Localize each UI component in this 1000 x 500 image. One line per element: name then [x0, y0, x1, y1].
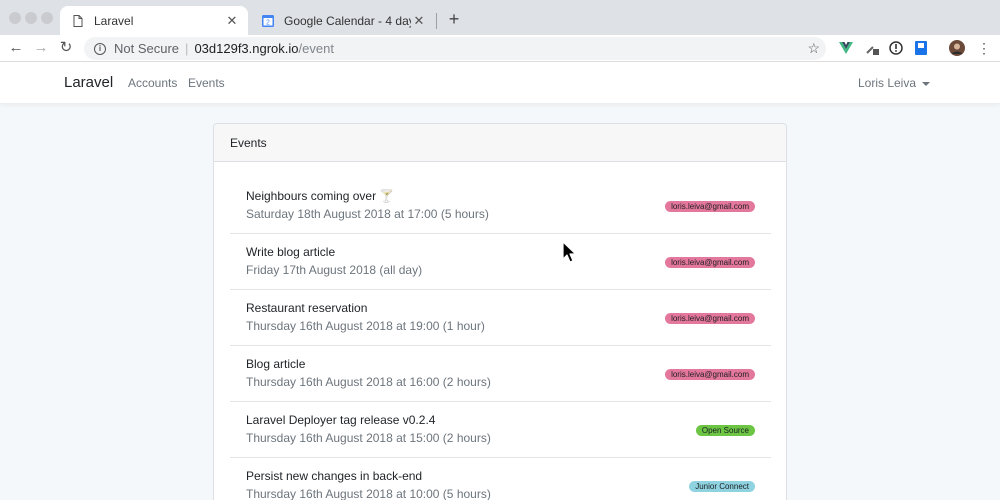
calendar-icon-day: 2 [266, 19, 270, 26]
tab-laravel[interactable]: Laravel ✕ [60, 6, 248, 35]
new-tab-button[interactable]: + [446, 9, 462, 30]
address-separator: | [185, 41, 189, 56]
event-item[interactable]: Persist new changes in back-end Thursday… [230, 458, 771, 500]
event-title: Laravel Deployer tag release v0.2.4 [246, 413, 436, 427]
calendar-badge: loris.leiva@gmail.com [665, 369, 755, 380]
event-list: Neighbours coming over 🍸 Saturday 18th A… [230, 178, 771, 500]
event-time: Thursday 16th August 2018 at 15:00 (2 ho… [246, 431, 491, 445]
calendar-badge: loris.leiva@gmail.com [665, 201, 755, 212]
tab-title: Laravel [94, 13, 134, 28]
document-icon [72, 14, 84, 28]
event-item[interactable]: Restaurant reservation Thursday 16th Aug… [230, 290, 771, 346]
reload-icon[interactable]: ↻ [57, 39, 75, 57]
event-time: Friday 17th August 2018 (all day) [246, 263, 423, 277]
tab-title: Google Calendar - 4 days, star [284, 13, 411, 28]
event-item[interactable]: Write blog article Friday 17th August 20… [230, 234, 771, 290]
card-header: Events [214, 124, 786, 162]
close-tab-icon[interactable]: ✕ [224, 13, 240, 29]
bookmark-star-icon[interactable]: ☆ [807, 40, 820, 57]
tab-divider [436, 13, 437, 29]
event-time: Thursday 16th August 2018 at 16:00 (2 ho… [246, 375, 491, 389]
user-dropdown[interactable]: Loris Leiva [858, 76, 930, 90]
event-title: Neighbours coming over 🍸 [246, 189, 395, 203]
caret-down-icon [922, 81, 930, 86]
event-title: Persist new changes in back-end [246, 469, 423, 483]
browser-toolbar: ← → ↻ i Not Secure | 03d129f3.ngrok.io /… [0, 35, 1000, 62]
brand-link[interactable]: Laravel [64, 74, 113, 91]
nav-link-accounts[interactable]: Accounts [128, 76, 177, 90]
close-tab-icon[interactable]: ✕ [411, 13, 427, 29]
profile-avatar-icon[interactable] [949, 40, 965, 56]
tab-google-calendar[interactable]: 2 Google Calendar - 4 days, star ✕ [250, 6, 435, 35]
minimize-window-button[interactable] [25, 12, 37, 24]
security-status: Not Secure [114, 41, 180, 56]
event-time: Saturday 18th August 2018 at 17:00 (5 ho… [246, 207, 489, 221]
event-item[interactable]: Blog article Thursday 16th August 2018 a… [230, 346, 771, 402]
event-time: Thursday 16th August 2018 at 19:00 (1 ho… [246, 319, 485, 333]
forward-arrow-icon[interactable]: → [32, 39, 50, 57]
calendar-icon: 2 [262, 14, 274, 28]
maximize-window-button[interactable] [41, 12, 53, 24]
kebab-menu-icon[interactable]: ⋮ [976, 40, 992, 56]
event-title: Restaurant reservation [246, 301, 368, 315]
vue-devtools-icon[interactable] [838, 40, 854, 56]
calendar-badge: loris.leiva@gmail.com [665, 313, 755, 324]
events-card: Events Neighbours coming over 🍸 Saturday… [213, 123, 787, 500]
address-host: 03d129f3.ngrok.io [194, 41, 299, 56]
address-bar[interactable]: i Not Secure | 03d129f3.ngrok.io /event … [84, 37, 826, 60]
address-path: /event [298, 41, 334, 56]
event-item[interactable]: Neighbours coming over 🍸 Saturday 18th A… [230, 178, 771, 234]
calendar-badge: Junior Connect [689, 481, 755, 492]
event-title: Blog article [246, 357, 306, 371]
event-item[interactable]: Laravel Deployer tag release v0.2.4 Thur… [230, 402, 771, 458]
event-time: Thursday 16th August 2018 at 10:00 (5 ho… [246, 487, 491, 500]
app-navbar: Laravel Accounts Events Loris Leiva [0, 62, 1000, 104]
eyedropper-icon[interactable] [864, 40, 880, 56]
save-extension-icon[interactable] [913, 40, 929, 56]
user-name: Loris Leiva [857, 76, 916, 90]
info-icon[interactable]: i [94, 42, 106, 55]
mouse-cursor-icon [562, 241, 576, 263]
event-title: Write blog article [246, 245, 336, 259]
back-arrow-icon[interactable]: ← [7, 39, 25, 57]
alert-circle-icon[interactable] [888, 40, 904, 56]
nav-link-events[interactable]: Events [188, 76, 225, 90]
calendar-badge: Open Source [695, 425, 755, 436]
browser-tab-bar: Laravel ✕ 2 Google Calendar - 4 days, st… [0, 0, 1000, 35]
calendar-badge: loris.leiva@gmail.com [665, 257, 755, 268]
close-window-button[interactable] [9, 12, 21, 24]
